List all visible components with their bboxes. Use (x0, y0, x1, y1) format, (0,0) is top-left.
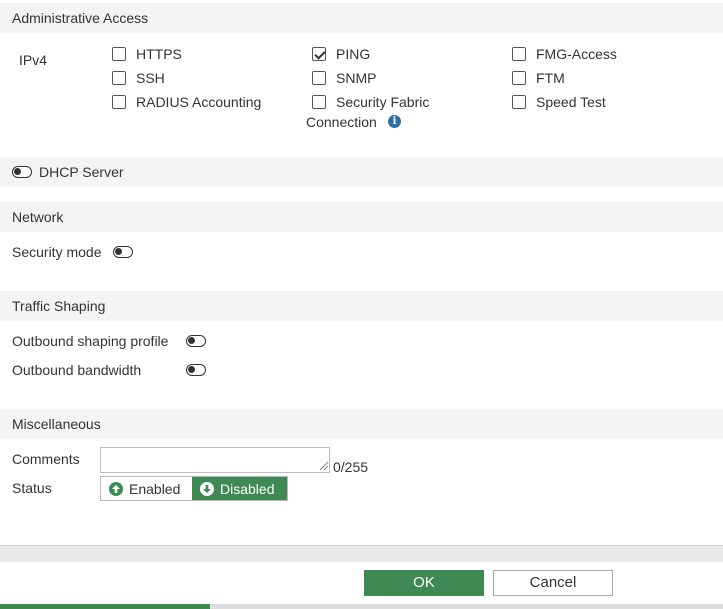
radius-accounting-checkbox[interactable] (112, 95, 126, 109)
snmp-label: SNMP (336, 70, 377, 86)
arrow-down-circle-icon (200, 481, 214, 496)
https-label: HTTPS (136, 46, 182, 62)
outbound-shaping-profile-label: Outbound shaping profile (12, 333, 169, 349)
progress-bar (0, 604, 723, 609)
radius-accounting-label: RADIUS Accounting (136, 94, 262, 110)
comments-counter: 0/255 (333, 459, 369, 475)
cancel-button[interactable]: Cancel (493, 570, 613, 596)
outbound-bandwidth-label: Outbound bandwidth (12, 362, 142, 378)
miscellaneous-title: Miscellaneous (12, 416, 101, 432)
status-enabled-label: Enabled (129, 480, 181, 497)
ftm-label: FTM (536, 70, 565, 86)
arrow-up-circle-icon (109, 481, 123, 496)
ping-checkbox[interactable] (312, 47, 326, 61)
section-header-network: Network (0, 202, 723, 232)
security-fabric-label: Security Fabric (336, 94, 430, 110)
progress-bar-fill (0, 604, 210, 609)
status-label: Status (12, 480, 52, 496)
status-disabled-button[interactable]: Disabled (192, 477, 287, 500)
status-disabled-label: Disabled (220, 480, 275, 497)
speed-test-checkbox[interactable] (512, 95, 526, 109)
traffic-shaping-title: Traffic Shaping (12, 298, 106, 314)
security-fabric-label-cont: Connection (306, 114, 377, 130)
dhcp-server-toggle[interactable] (12, 166, 32, 178)
snmp-checkbox[interactable] (312, 71, 326, 85)
status-enabled-button[interactable]: Enabled (101, 477, 192, 500)
status-toggle-group: Enabled Disabled (100, 476, 288, 501)
section-header-miscellaneous: Miscellaneous (0, 409, 723, 439)
ping-label: PING (336, 46, 371, 62)
security-mode-toggle[interactable] (113, 246, 133, 258)
ssh-checkbox[interactable] (112, 71, 126, 85)
fmg-access-label: FMG-Access (536, 46, 617, 62)
settings-panel: Administrative Access IPv4 HTTPS SSH RAD… (0, 0, 723, 546)
ipv4-label: IPv4 (19, 52, 48, 68)
section-header-admin-access: Administrative Access (0, 3, 723, 33)
network-title: Network (12, 209, 64, 225)
outbound-bandwidth-toggle[interactable] (186, 364, 206, 376)
dhcp-server-row: DHCP Server (0, 157, 723, 187)
speed-test-label: Speed Test (536, 94, 606, 110)
https-checkbox[interactable] (112, 47, 126, 61)
security-mode-label: Security mode (12, 244, 102, 260)
dhcp-server-label: DHCP Server (39, 164, 124, 180)
info-icon[interactable]: i (388, 115, 401, 128)
fmg-access-checkbox[interactable] (512, 47, 526, 61)
resize-grip-icon[interactable] (320, 462, 328, 470)
comments-textarea[interactable] (100, 447, 330, 473)
ftm-checkbox[interactable] (512, 71, 526, 85)
admin-access-title: Administrative Access (12, 10, 149, 26)
ok-button[interactable]: OK (364, 570, 484, 596)
comments-label: Comments (12, 451, 80, 467)
outbound-shaping-profile-toggle[interactable] (186, 335, 206, 347)
section-header-traffic-shaping: Traffic Shaping (0, 291, 723, 321)
dialog-footer (0, 562, 723, 609)
security-fabric-checkbox[interactable] (312, 95, 326, 109)
ssh-label: SSH (136, 70, 165, 86)
